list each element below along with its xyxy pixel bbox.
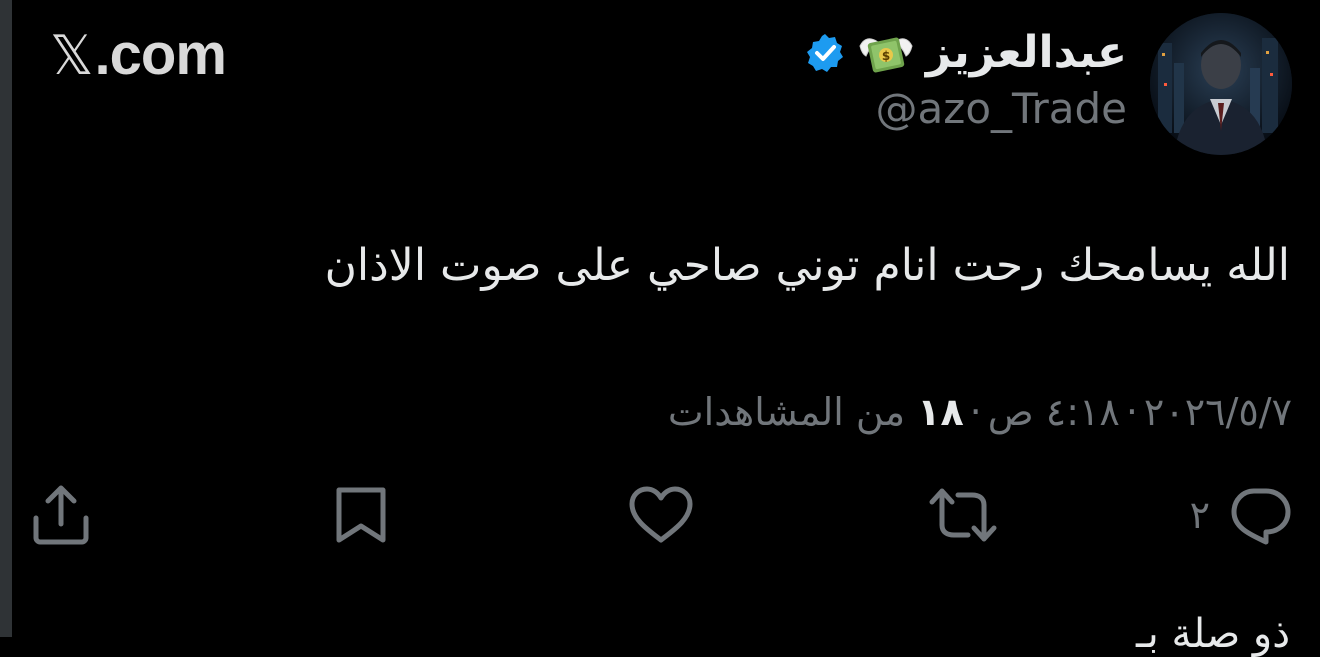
author-display-name[interactable]: عبدالعزيز xyxy=(926,31,1127,75)
reply-icon xyxy=(1231,488,1291,545)
bookmark-button[interactable] xyxy=(333,480,389,550)
author-handle[interactable]: @azo_Trade xyxy=(804,85,1127,132)
verified-badge-icon[interactable] xyxy=(804,32,846,74)
related-section-heading: ذو صلة بـ xyxy=(1135,611,1290,657)
like-icon xyxy=(629,486,693,543)
tweet-actions-bar: ٢ xyxy=(0,480,1320,550)
tweet-date[interactable]: ٢٠٢٦/٥/٧ xyxy=(1144,390,1292,434)
meta-separator: · xyxy=(969,390,982,434)
share-icon xyxy=(33,485,89,545)
views-label: من المشاهدات xyxy=(667,390,906,434)
x-logo-icon: 𝕏 xyxy=(50,24,94,87)
money-with-wings-icon: $ xyxy=(856,28,916,78)
svg-text:$: $ xyxy=(882,49,890,63)
avatar-image xyxy=(1150,13,1292,155)
tweet-time[interactable]: ٤:١٨ ص xyxy=(988,390,1120,434)
views-count[interactable]: ١٨ xyxy=(917,390,963,434)
reply-button[interactable]: ٢ xyxy=(1190,480,1292,550)
meta-separator: · xyxy=(1125,390,1138,434)
avatar[interactable] xyxy=(1150,13,1292,155)
tweet-meta: ٢٠٢٦/٥/٧·٤:١٨ ص·١٨ من المشاهدات xyxy=(668,390,1292,434)
author-name-row[interactable]: عبدالعزيز $ xyxy=(804,22,1127,84)
site-brand-text: .com xyxy=(94,22,227,87)
author-header: عبدالعزيز $ @azo_Trade xyxy=(804,22,1127,132)
share-button[interactable] xyxy=(32,480,90,550)
bookmark-icon xyxy=(336,487,386,543)
tweet-text: الله يسامحك رحت انام توني صاحي على صوت ا… xyxy=(324,240,1290,291)
like-button[interactable] xyxy=(628,480,694,550)
site-logo: 𝕏.com xyxy=(50,24,227,87)
retweet-icon xyxy=(929,488,997,542)
reply-count: ٢ xyxy=(1189,493,1210,537)
retweet-button[interactable] xyxy=(928,480,998,550)
